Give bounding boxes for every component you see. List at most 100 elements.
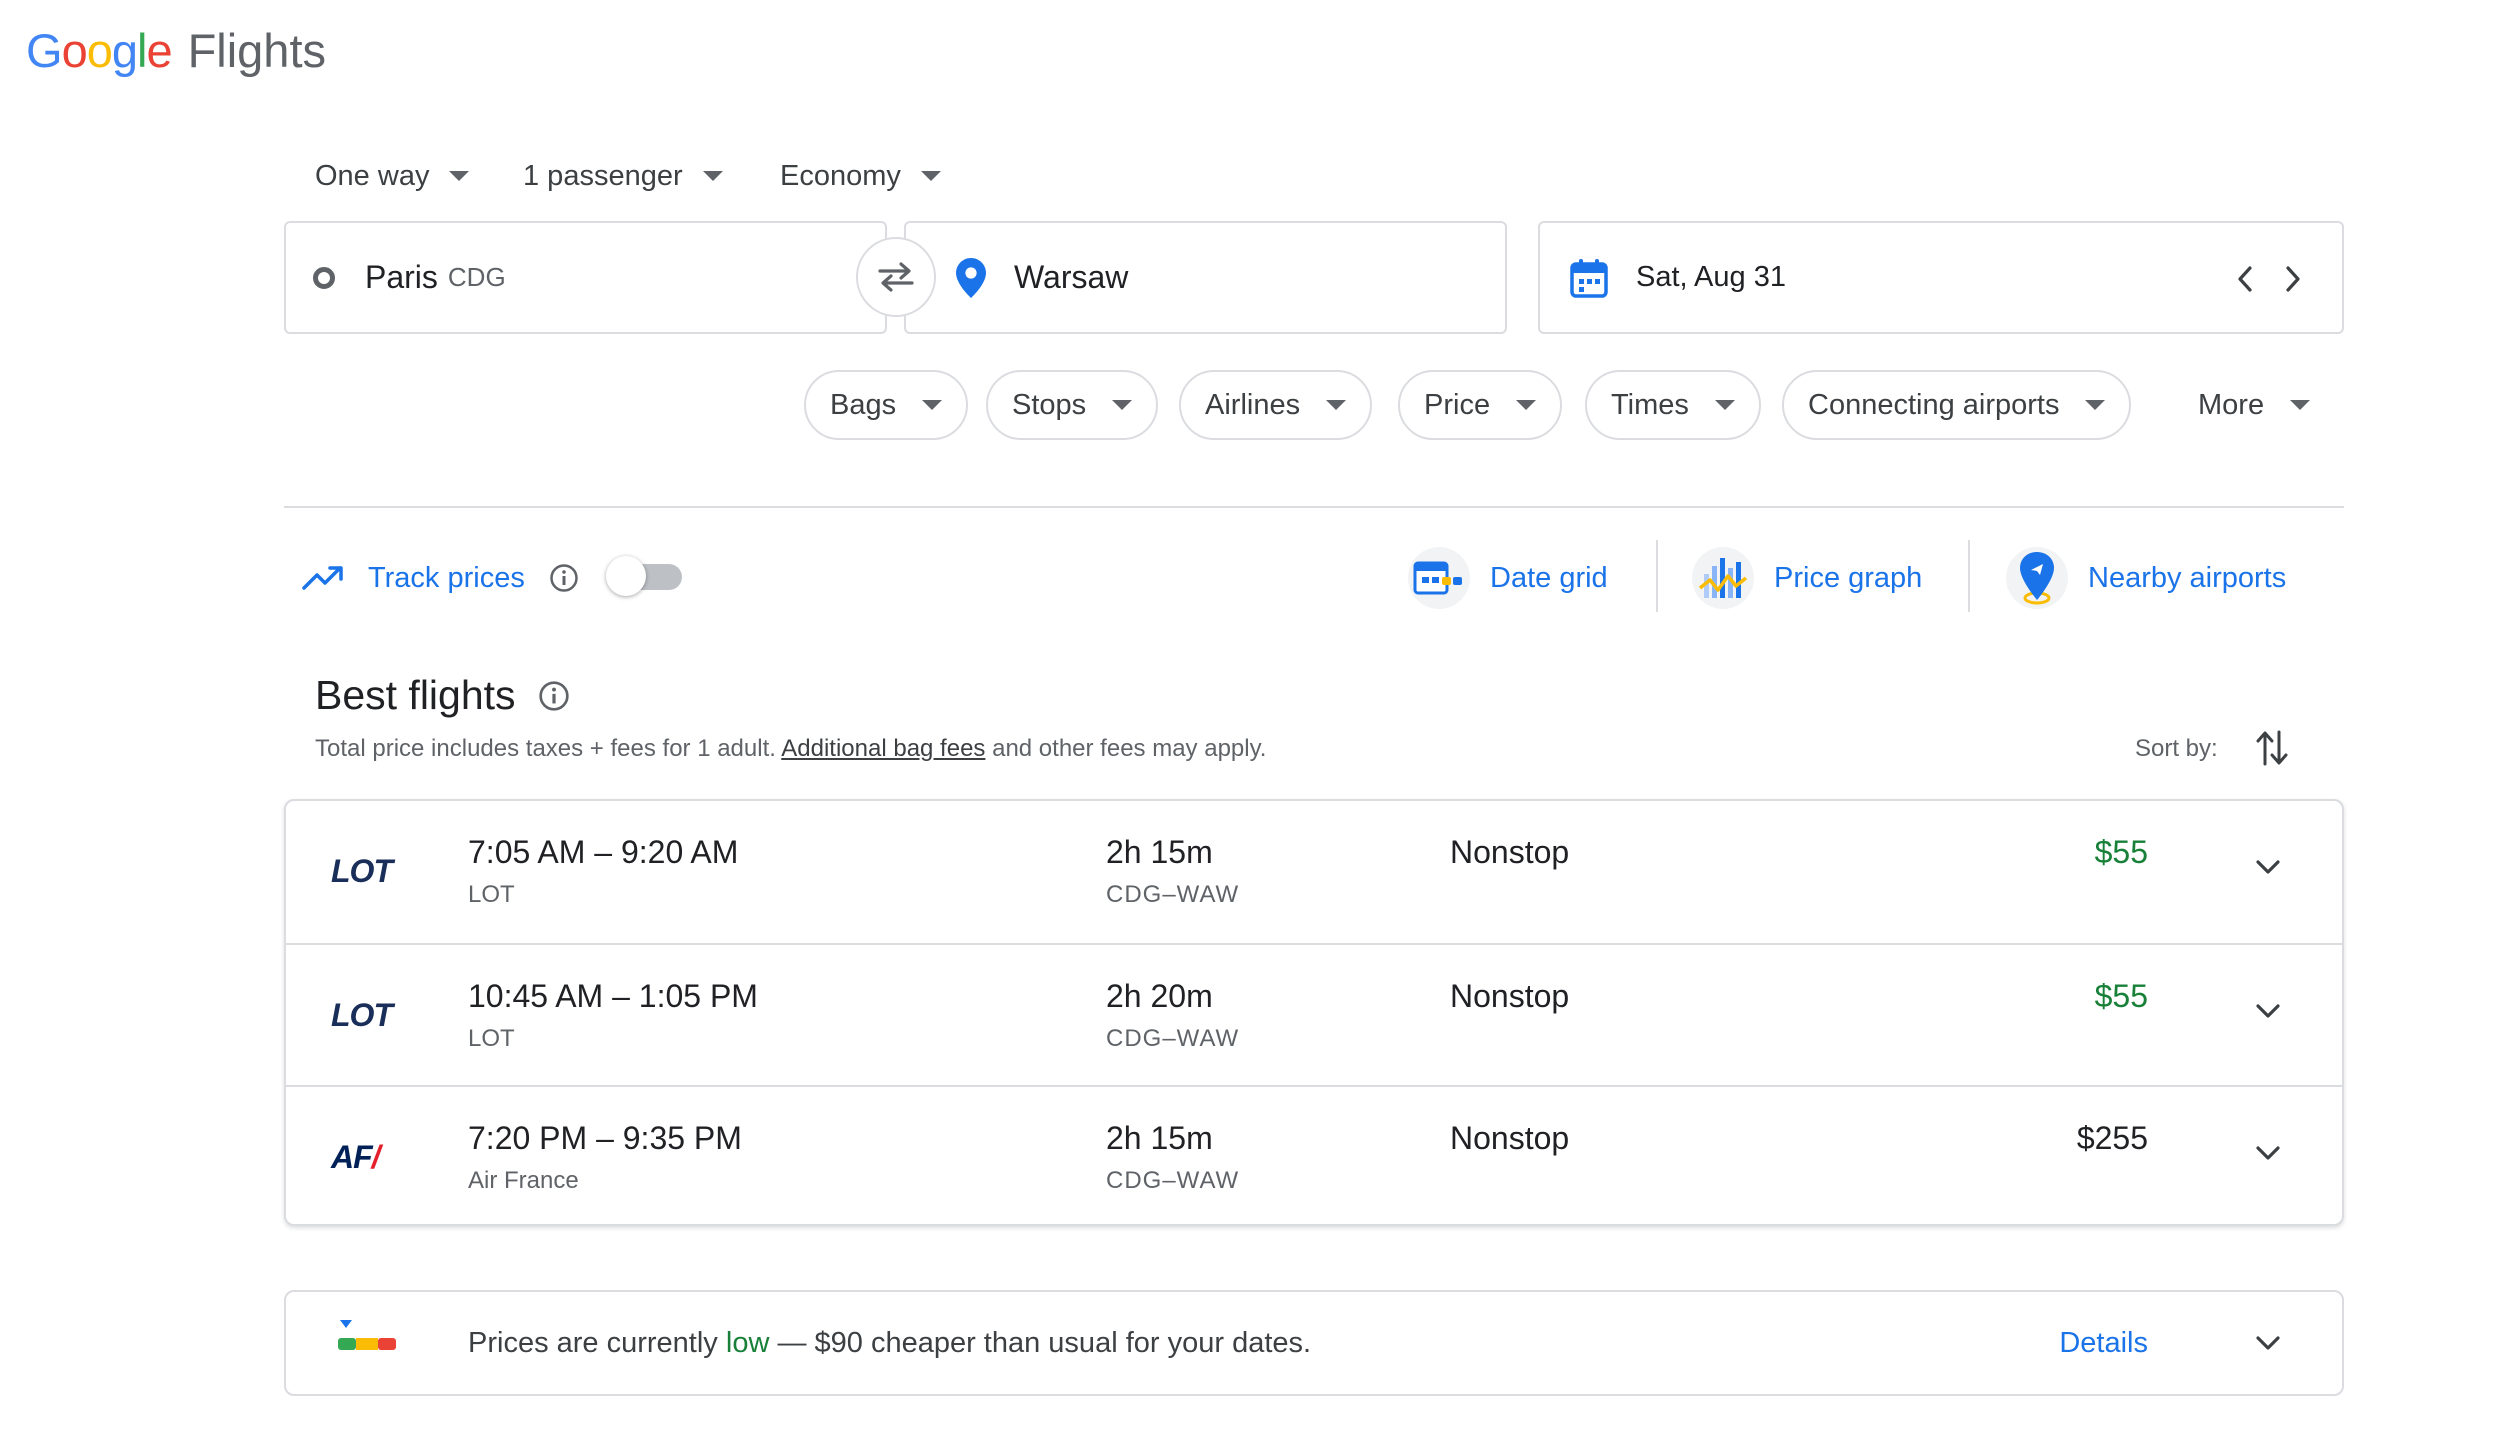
airline-name: LOT <box>468 1025 515 1052</box>
price-graph-label: Price graph <box>1774 561 1923 594</box>
price-note-text-end: and other fees may apply. <box>992 735 1267 762</box>
sort-by-label: Sort by: <box>2135 735 2218 762</box>
airline-logo: LOT <box>331 997 393 1033</box>
filter-label: Stops <box>1012 388 1087 421</box>
passenger-select[interactable]: 1 passenger <box>523 152 723 200</box>
departure-date: Sat, Aug 31 <box>1636 261 1786 293</box>
google-flights-logo[interactable]: Google Flights <box>26 22 326 78</box>
expand-button[interactable] <box>2248 847 2288 887</box>
trip-type-select[interactable]: One way <box>315 152 470 200</box>
flight-times: 7:20 PM – 9:35 PM <box>468 1120 742 1156</box>
track-prices[interactable]: Track prices <box>302 554 579 602</box>
flight-route: CDG–WAW <box>1106 881 1240 908</box>
destination-input[interactable]: Warsaw <box>904 221 1507 334</box>
filter-connecting-airports[interactable]: Connecting airports <box>1782 370 2132 440</box>
insight-suffix: — $90 cheaper than usual for your dates. <box>777 1326 1312 1359</box>
date-grid-label: Date grid <box>1490 561 1608 594</box>
insight-prefix: Prices are currently <box>468 1326 718 1359</box>
bag-fees-link[interactable]: Additional bag fees <box>781 735 985 762</box>
filter-bags[interactable]: Bags <box>804 370 969 440</box>
price-graph-icon <box>1692 547 1754 609</box>
flight-row[interactable]: LOT 7:05 AM – 9:20 AM LOT 2h 15m CDG–WAW… <box>286 801 2342 943</box>
swap-button[interactable] <box>856 237 936 317</box>
caret-down-icon <box>1326 400 1347 410</box>
trip-type-label: One way <box>315 159 430 192</box>
sort-button[interactable] <box>2255 728 2289 773</box>
sort-arrows-icon <box>2256 730 2288 766</box>
tool-separator <box>1968 540 1970 612</box>
flight-duration: 2h 20m <box>1106 978 1213 1014</box>
flight-row[interactable]: LOT 10:45 AM – 1:05 PM LOT 2h 20m CDG–WA… <box>286 943 2342 1087</box>
flight-stops: Nonstop <box>1450 978 1570 1014</box>
flight-times: 7:05 AM – 9:20 AM <box>468 834 739 870</box>
filter-label: Times <box>1611 388 1689 421</box>
results-header: Best flights <box>315 672 570 719</box>
date-grid-button[interactable]: Date grid <box>1408 544 1608 612</box>
toggle-knob <box>606 556 646 596</box>
chevron-left-icon <box>2238 266 2252 292</box>
flight-times: 10:45 AM – 1:05 PM <box>468 978 758 1014</box>
chevron-down-icon <box>2256 1146 2280 1160</box>
nearby-airports-button[interactable]: Nearby airports <box>2006 544 2286 612</box>
origin-circle-icon <box>313 266 335 289</box>
flight-route: CDG–WAW <box>1106 1167 1240 1194</box>
origin-input[interactable]: Paris CDG <box>284 221 887 334</box>
departure-date-input[interactable]: Sat, Aug 31 <box>1538 221 2344 334</box>
filter-times[interactable]: Times <box>1585 370 1761 440</box>
cabin-class-select[interactable]: Economy <box>780 152 941 200</box>
flight-duration: 2h 15m <box>1106 1120 1213 1156</box>
caret-down-icon <box>702 171 723 181</box>
chevron-down-icon <box>2256 1004 2280 1018</box>
caret-down-icon <box>449 171 470 181</box>
tool-separator <box>1656 540 1658 612</box>
expand-insight-button[interactable] <box>2248 1323 2288 1363</box>
destination-city: Warsaw <box>1014 259 1129 295</box>
price-insight-message: Prices are currently low — $90 cheaper t… <box>468 1327 1311 1360</box>
info-icon[interactable] <box>549 563 579 593</box>
flight-route: CDG–WAW <box>1106 1025 1240 1052</box>
filter-more[interactable]: More <box>2174 370 2335 440</box>
flight-duration: 2h 15m <box>1106 834 1213 870</box>
chevron-down-icon <box>2256 860 2280 874</box>
nearby-airports-label: Nearby airports <box>2088 561 2287 594</box>
flight-price: $55 <box>2094 978 2148 1014</box>
expand-button[interactable] <box>2248 991 2288 1031</box>
caret-down-icon <box>1112 400 1133 410</box>
section-divider <box>284 506 2344 508</box>
info-icon[interactable] <box>538 680 570 712</box>
trending-up-icon <box>302 566 343 590</box>
caret-down-icon <box>1516 400 1537 410</box>
previous-date-button[interactable] <box>2225 259 2265 299</box>
filter-stops[interactable]: Stops <box>986 370 1159 440</box>
next-date-button[interactable] <box>2273 259 2313 299</box>
filter-airlines[interactable]: Airlines <box>1179 370 1373 440</box>
flight-price: $255 <box>2076 1120 2148 1156</box>
nearby-airports-icon <box>2006 547 2068 609</box>
google-wordmark: Google <box>26 23 173 77</box>
location-pin-icon <box>956 257 986 298</box>
airline-name: Air France <box>468 1167 579 1194</box>
details-link[interactable]: Details <box>2059 1327 2148 1360</box>
product-name: Flights <box>187 23 327 77</box>
expand-button[interactable] <box>2248 1133 2288 1173</box>
price-note-text: Total price includes taxes + fees for 1 … <box>315 735 776 762</box>
results-title: Best flights <box>315 672 516 718</box>
airline-logo: LOT <box>331 853 393 889</box>
filter-label: More <box>2198 388 2265 421</box>
chevron-right-icon <box>2286 266 2300 292</box>
price-note: Total price includes taxes + fees for 1 … <box>315 735 1266 763</box>
airline-name: LOT <box>468 881 515 908</box>
flight-stops: Nonstop <box>1450 834 1570 870</box>
filter-label: Price <box>1424 388 1491 421</box>
airline-logo: AF/ <box>331 1139 381 1175</box>
filter-price[interactable]: Price <box>1398 370 1563 440</box>
price-level: low <box>725 1326 770 1359</box>
filter-label: Connecting airports <box>1808 388 2060 421</box>
price-graph-button[interactable]: Price graph <box>1692 544 1922 612</box>
swap-arrows-icon <box>878 262 914 292</box>
flight-row[interactable]: AF/ 7:20 PM – 9:35 PM Air France 2h 15m … <box>286 1085 2342 1224</box>
chevron-down-icon <box>2256 1336 2280 1350</box>
caret-down-icon <box>2085 400 2106 410</box>
flight-price: $55 <box>2094 834 2148 870</box>
price-insight-banner[interactable]: Prices are currently low — $90 cheaper t… <box>284 1290 2344 1396</box>
